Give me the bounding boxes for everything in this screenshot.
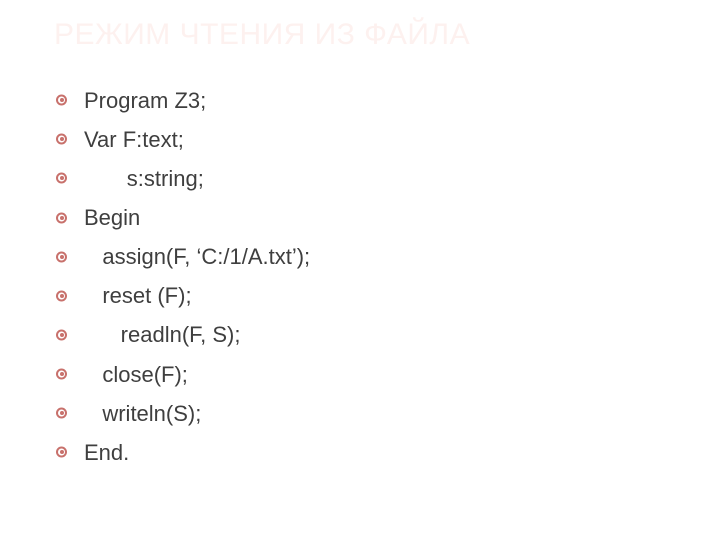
list-item: s:string; xyxy=(54,159,692,198)
slide-title: РЕЖИМ ЧТЕНИЯ ИЗ ФАЙЛА xyxy=(54,18,692,53)
list-item: writeln(S); xyxy=(54,394,692,433)
list-item: assign(F, ‘C:/1/A.txt’); xyxy=(54,237,692,276)
list-item: Begin xyxy=(54,198,692,237)
list-item: reset (F); xyxy=(54,276,692,315)
list-item: close(F); xyxy=(54,355,692,394)
code-list: Program Z3; Var F:text; s:string; Begin … xyxy=(54,81,692,473)
slide: РЕЖИМ ЧТЕНИЯ ИЗ ФАЙЛА Program Z3; Var F:… xyxy=(0,0,720,540)
list-item: Program Z3; xyxy=(54,81,692,120)
list-item: readln(F, S); xyxy=(54,315,692,354)
list-item: Var F:text; xyxy=(54,120,692,159)
list-item: End. xyxy=(54,433,692,472)
